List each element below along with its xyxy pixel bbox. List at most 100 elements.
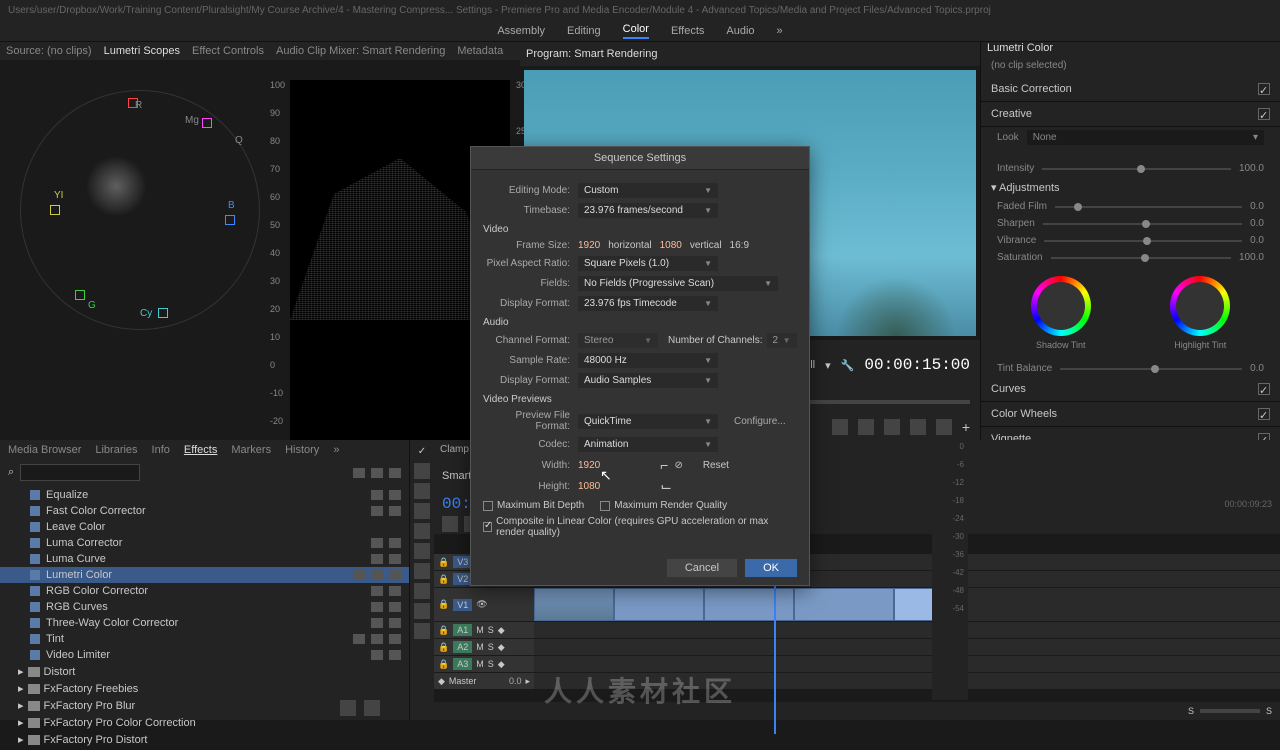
lock-icon[interactable]: 🔒 <box>438 599 449 610</box>
export-frame-icon[interactable] <box>884 419 900 435</box>
shadow-tint-wheel[interactable] <box>1031 276 1091 336</box>
fx-tint[interactable]: Tint <box>0 631 409 647</box>
zoom-slider[interactable] <box>1200 709 1260 713</box>
settings-icon[interactable] <box>936 419 952 435</box>
clip-1[interactable] <box>534 588 614 621</box>
eye-icon[interactable]: 👁 <box>476 599 487 610</box>
preview-height-input[interactable]: 1080 <box>578 481 600 492</box>
lumetri-tab[interactable]: Lumetri Color <box>987 42 1053 54</box>
check-icon[interactable]: ✓ <box>1258 83 1270 95</box>
new-bin-icon[interactable] <box>340 700 356 716</box>
tab-metadata[interactable]: Metadata <box>457 45 503 57</box>
section-wheels[interactable]: Color Wheels✓ <box>981 402 1280 427</box>
chevron-down-icon[interactable]: ▾ <box>825 359 831 372</box>
folder-fxfactory-freebies[interactable]: ▸ FxFactory Freebies <box>0 680 409 697</box>
tab-history[interactable]: History <box>285 444 319 456</box>
saturation-slider[interactable] <box>1051 257 1231 259</box>
look-dropdown[interactable]: None▾ <box>1027 130 1264 145</box>
keyframe-icon[interactable]: ◆ <box>498 659 505 670</box>
mark-out-icon[interactable] <box>858 419 874 435</box>
snap-icon[interactable] <box>442 516 458 532</box>
zoom-tool-icon[interactable] <box>414 623 430 639</box>
add-button[interactable]: + <box>962 419 970 435</box>
intensity-value[interactable]: 100.0 <box>1239 163 1264 174</box>
fx-leave-color[interactable]: Leave Color <box>0 519 409 535</box>
fx-lumetri-color[interactable]: Lumetri Color <box>0 567 409 583</box>
display-format-dropdown[interactable]: 23.976 fps Timecode▼ <box>578 296 718 311</box>
comparison-icon[interactable] <box>910 419 926 435</box>
tabs-more[interactable]: » <box>333 444 339 456</box>
par-dropdown[interactable]: Square Pixels (1.0)▼ <box>578 256 718 271</box>
ok-button[interactable]: OK <box>745 559 797 577</box>
mark-in-icon[interactable] <box>832 419 848 435</box>
section-curves[interactable]: Curves✓ <box>981 377 1280 402</box>
workspace-editing[interactable]: Editing <box>567 25 601 37</box>
lock-icon[interactable]: 🔒 <box>438 659 449 670</box>
reset-button[interactable]: Reset <box>703 460 729 471</box>
preset-type-icon[interactable] <box>389 468 401 478</box>
clip-3[interactable] <box>704 588 794 621</box>
workspace-color[interactable]: Color <box>623 23 649 39</box>
fx-rgb-curves[interactable]: RGB Curves <box>0 599 409 615</box>
tab-effect-controls[interactable]: Effect Controls <box>192 45 264 57</box>
selection-tool-icon[interactable] <box>414 463 430 479</box>
vibrance-slider[interactable] <box>1044 240 1242 242</box>
tab-source[interactable]: Source: (no clips) <box>6 45 92 57</box>
highlight-tint-wheel[interactable] <box>1170 276 1230 336</box>
preview-width-input[interactable]: 1920 <box>578 460 600 471</box>
trash-icon[interactable] <box>364 700 380 716</box>
tab-audio-mixer[interactable]: Audio Clip Mixer: Smart Rendering <box>276 45 445 57</box>
composite-linear-checkbox[interactable] <box>483 522 492 532</box>
tab-libraries[interactable]: Libraries <box>95 444 137 456</box>
frame-height-input[interactable]: 1080 <box>660 240 682 251</box>
keyframe-icon[interactable]: ◆ <box>438 676 445 687</box>
hand-tool-icon[interactable] <box>414 583 430 599</box>
cancel-button[interactable]: Cancel <box>667 559 737 577</box>
tint-balance-slider[interactable] <box>1060 368 1242 370</box>
configure-button[interactable]: Configure... <box>734 416 786 427</box>
lock-icon[interactable]: 🔒 <box>438 557 449 568</box>
keyframe-icon[interactable]: ◆ <box>498 642 505 653</box>
track-select-tool-icon[interactable] <box>414 483 430 499</box>
tab-lumetri-scopes[interactable]: Lumetri Scopes <box>104 45 180 57</box>
workspace-effects[interactable]: Effects <box>671 25 704 37</box>
effects-search-input[interactable] <box>20 464 140 481</box>
intensity-slider[interactable] <box>1042 168 1231 170</box>
clamp-signal-toggle[interactable]: ✓ <box>416 444 428 459</box>
section-basic[interactable]: Basic Correction✓ <box>981 77 1280 102</box>
fields-dropdown[interactable]: No Fields (Progressive Scan)▼ <box>578 276 778 291</box>
folder-fxfactory-color[interactable]: ▸ FxFactory Pro Color Correction <box>0 714 409 731</box>
lock-icon[interactable]: 🔒 <box>438 625 449 636</box>
faded-film-slider[interactable] <box>1055 206 1242 208</box>
type-tool-icon[interactable] <box>414 603 430 619</box>
lock-icon[interactable]: 🔒 <box>438 574 449 585</box>
timebase-dropdown[interactable]: 23.976 frames/second▼ <box>578 203 718 218</box>
program-title[interactable]: Program: Smart Rendering <box>526 48 657 60</box>
audio-display-dropdown[interactable]: Audio Samples▼ <box>578 373 718 388</box>
fx-rgb-color-corrector[interactable]: RGB Color Corrector <box>0 583 409 599</box>
slip-tool-icon[interactable] <box>414 543 430 559</box>
preset-type-icon[interactable] <box>353 468 365 478</box>
tab-markers[interactable]: Markers <box>231 444 271 456</box>
tab-effects[interactable]: Effects <box>184 444 217 456</box>
preset-type-icon[interactable] <box>371 468 383 478</box>
max-render-checkbox[interactable] <box>600 501 610 511</box>
codec-dropdown[interactable]: Animation▼ <box>578 437 718 452</box>
fx-luma-curve[interactable]: Luma Curve <box>0 551 409 567</box>
clip-2[interactable] <box>614 588 704 621</box>
fx-three-way[interactable]: Three-Way Color Corrector <box>0 615 409 631</box>
pen-tool-icon[interactable] <box>414 563 430 579</box>
fx-video-limiter[interactable]: Video Limiter <box>0 647 409 663</box>
workspace-assembly[interactable]: Assembly <box>497 25 545 37</box>
link-icon[interactable]: ⊘ <box>674 460 682 471</box>
adjustments-header[interactable]: ▾ Adjustments <box>981 177 1280 198</box>
keyframe-icon[interactable]: ◆ <box>498 625 505 636</box>
workspace-more[interactable]: » <box>777 25 783 37</box>
sharpen-slider[interactable] <box>1043 223 1242 225</box>
razor-tool-icon[interactable] <box>414 523 430 539</box>
max-bit-depth-checkbox[interactable] <box>483 501 493 511</box>
clip-4[interactable] <box>794 588 894 621</box>
ripple-tool-icon[interactable] <box>414 503 430 519</box>
preview-format-dropdown[interactable]: QuickTime▼ <box>578 414 718 429</box>
folder-fxfactory-distort[interactable]: ▸ FxFactory Pro Distort <box>0 731 409 748</box>
